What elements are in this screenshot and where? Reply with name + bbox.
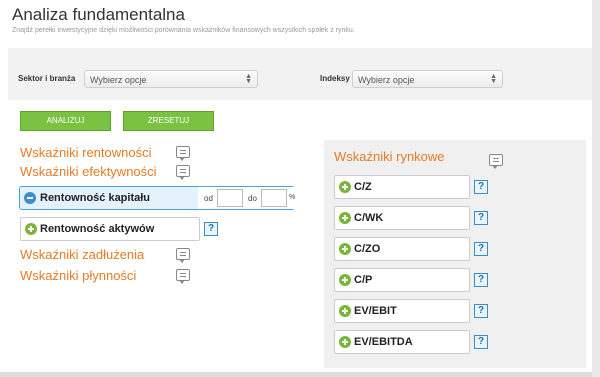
add-icon[interactable] (339, 181, 351, 193)
help-icon[interactable]: ? (474, 211, 488, 225)
group-profitability[interactable]: Wskaźniki rentowności (20, 145, 152, 160)
to-label: do (248, 194, 257, 203)
filter-bar: Sektor i branża Wybierz opcje ▲ ▼ Indeksy… (8, 48, 592, 100)
comment-edit-icon[interactable] (176, 269, 190, 284)
add-icon[interactable] (339, 212, 351, 224)
sector-label: Sektor i branża (18, 74, 76, 83)
from-input[interactable] (217, 189, 243, 207)
market-indicators-panel: Wskaźniki rynkowe C/Z ? C/WK ? C/ZO ? C/… (324, 140, 586, 368)
indicator-label: Rentowność aktywów (40, 223, 155, 235)
group-efficiency[interactable]: Wskaźniki efektywności (20, 164, 157, 179)
sector-select[interactable]: Wybierz opcje ▲ ▼ (84, 70, 258, 88)
market-item-ev-ebitda[interactable]: EV/EBITDA (334, 330, 470, 354)
index-select[interactable]: Wybierz opcje ▲ ▼ (352, 70, 503, 88)
comment-edit-icon[interactable] (489, 154, 503, 169)
market-item-label: C/WK (354, 212, 384, 224)
market-item-label: EV/EBIT (354, 305, 397, 317)
footer-divider (0, 372, 592, 377)
reset-button[interactable]: ZRESETUJ (123, 111, 214, 131)
index-select-value: Wybierz opcje (358, 75, 415, 85)
indicator-row-roe: Rentowność kapitału od do % (19, 186, 295, 210)
market-item-cp[interactable]: C/P (334, 268, 470, 292)
analyze-button[interactable]: ANALIZUJ (20, 111, 111, 131)
add-icon[interactable] (25, 223, 37, 235)
market-item-ev-ebit[interactable]: EV/EBIT (334, 299, 470, 323)
market-item-label: C/ZO (354, 243, 381, 255)
page-subtitle: Znajdź perełki inwestycyjne dzięki możli… (12, 27, 355, 34)
add-icon[interactable] (339, 305, 351, 317)
market-item-cz[interactable]: C/Z (334, 175, 470, 199)
page: Analiza fundamentalna Znajdź perełki inw… (0, 0, 592, 377)
group-liquidity[interactable]: Wskaźniki płynności (20, 268, 136, 283)
select-arrows-icon: ▲ ▼ (490, 73, 497, 85)
from-label: od (204, 194, 213, 203)
page-title: Analiza fundamentalna (12, 5, 185, 24)
market-panel-title[interactable]: Wskaźniki rynkowe (334, 149, 445, 164)
help-icon[interactable]: ? (474, 180, 488, 194)
unit-label: % (289, 194, 296, 201)
index-label: Indeksy (320, 74, 350, 83)
help-icon[interactable]: ? (474, 335, 488, 349)
sector-select-value: Wybierz opcje (90, 75, 147, 85)
remove-icon[interactable] (24, 192, 36, 204)
comment-edit-icon[interactable] (176, 146, 190, 161)
add-icon[interactable] (339, 336, 351, 348)
comment-edit-icon[interactable] (176, 165, 190, 180)
add-icon[interactable] (339, 243, 351, 255)
help-icon[interactable]: ? (204, 222, 218, 236)
help-icon[interactable]: ? (474, 242, 488, 256)
group-debt[interactable]: Wskaźniki zadłużenia (20, 247, 144, 262)
to-input[interactable] (261, 189, 287, 207)
market-item-czo[interactable]: C/ZO (334, 237, 470, 261)
market-item-cwk[interactable]: C/WK (334, 206, 470, 230)
help-icon[interactable]: ? (474, 273, 488, 287)
indicator-label: Rentowność kapitału (40, 192, 151, 204)
select-arrows-icon: ▲ ▼ (245, 73, 252, 85)
indicator-row-roa[interactable]: Rentowność aktywów (20, 217, 200, 241)
market-item-label: EV/EBITDA (354, 336, 413, 348)
range-inputs: od do % (198, 187, 295, 209)
comment-edit-icon[interactable] (176, 248, 190, 263)
market-item-label: C/P (354, 274, 373, 286)
add-icon[interactable] (339, 274, 351, 286)
help-icon[interactable]: ? (474, 304, 488, 318)
market-item-label: C/Z (354, 181, 372, 193)
